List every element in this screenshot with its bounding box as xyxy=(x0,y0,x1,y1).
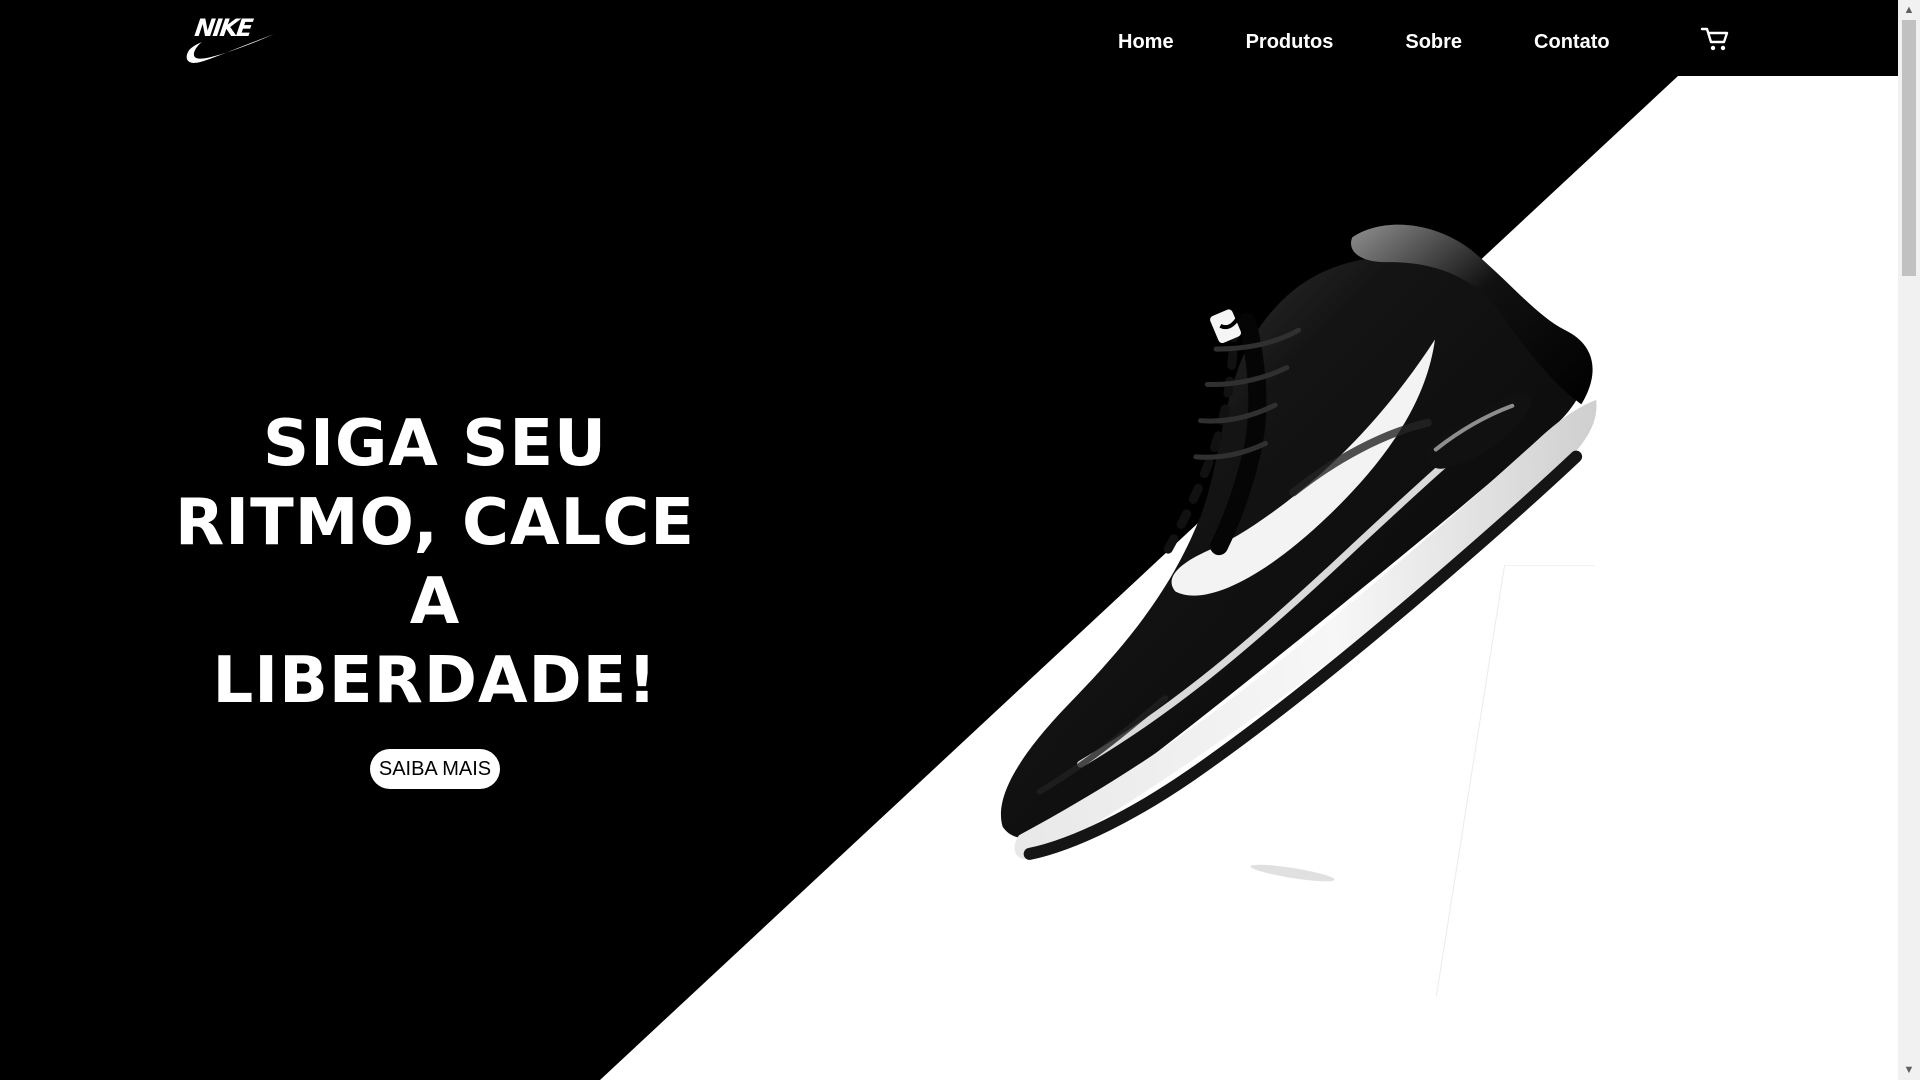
scroll-up-icon[interactable]: ▲ xyxy=(1898,0,1920,20)
hero-headline-line: SIGA SEU xyxy=(262,407,608,481)
nav-about-link[interactable]: Sobre xyxy=(1405,28,1462,56)
featured-shoe-image xyxy=(944,206,1616,883)
swoosh-icon xyxy=(186,34,274,63)
top-navigation-bar: NIKE Home Produtos Sobre Contato xyxy=(0,0,1898,76)
cart-icon xyxy=(1700,27,1729,51)
scrollbar-thumb[interactable] xyxy=(1902,20,1916,276)
hero-headline-line: LIBERDADE! xyxy=(212,644,658,718)
hero-copy: SIGA SEU RITMO, CALCE A LIBERDADE! SAIBA… xyxy=(150,405,720,789)
cart-button[interactable] xyxy=(1699,25,1729,53)
hero-headline: SIGA SEU RITMO, CALCE A LIBERDADE! xyxy=(150,405,720,721)
scroll-down-icon[interactable]: ▼ xyxy=(1898,1060,1920,1080)
hero-headline-line: RITMO, CALCE A xyxy=(175,486,695,639)
nike-logo[interactable]: NIKE xyxy=(180,14,275,68)
learn-more-button[interactable]: SAIBA MAIS xyxy=(369,749,501,789)
nav-home-link[interactable]: Home xyxy=(1118,28,1174,56)
nav-contact-link[interactable]: Contato xyxy=(1534,28,1610,56)
main-navigation: Home Produtos Sobre Contato xyxy=(1118,28,1610,56)
vertical-scrollbar[interactable]: ▲ ▼ xyxy=(1898,0,1920,1080)
landing-page: NIKE Home Produtos Sobre Contato SIGA SE… xyxy=(0,0,1920,1080)
running-shoe-icon xyxy=(1000,224,1597,860)
nav-products-link[interactable]: Produtos xyxy=(1246,28,1334,56)
